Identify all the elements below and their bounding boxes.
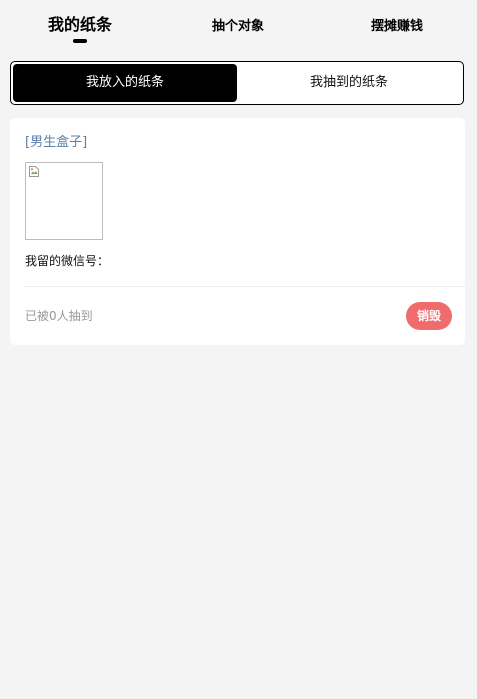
tab-set-up-stall[interactable]: 摆摊赚钱 [347, 0, 447, 52]
note-card: [男生盒子] 我留的微信号： 已被0人抽到 销毁 [10, 118, 465, 345]
tab-my-notes-label: 我的纸条 [47, 15, 112, 34]
segment-put-notes[interactable]: 我放入的纸条 [13, 64, 237, 102]
notes-segmented-control: 我放入的纸条 我抽到的纸条 [10, 61, 464, 105]
tab-my-notes[interactable]: 我的纸条 [30, 0, 130, 52]
card-divider [25, 286, 465, 287]
note-photo[interactable] [25, 162, 103, 240]
tab-draw-partner-label: 抽个对象 [211, 19, 264, 34]
tab-set-up-stall-label: 摆摊赚钱 [370, 19, 423, 34]
drawn-count-text: 已被0人抽到 [25, 309, 93, 323]
top-nav: 我的纸条 抽个对象 摆摊赚钱 [0, 0, 477, 52]
tab-draw-partner[interactable]: 抽个对象 [188, 0, 288, 52]
active-tab-indicator [73, 39, 87, 43]
segment-drawn-notes[interactable]: 我抽到的纸条 [237, 64, 461, 102]
destroy-button[interactable]: 销毁 [406, 302, 452, 330]
wechat-id-label: 我留的微信号： [25, 254, 110, 268]
box-type-label: [男生盒子] [25, 135, 88, 150]
broken-image-icon [29, 166, 39, 177]
